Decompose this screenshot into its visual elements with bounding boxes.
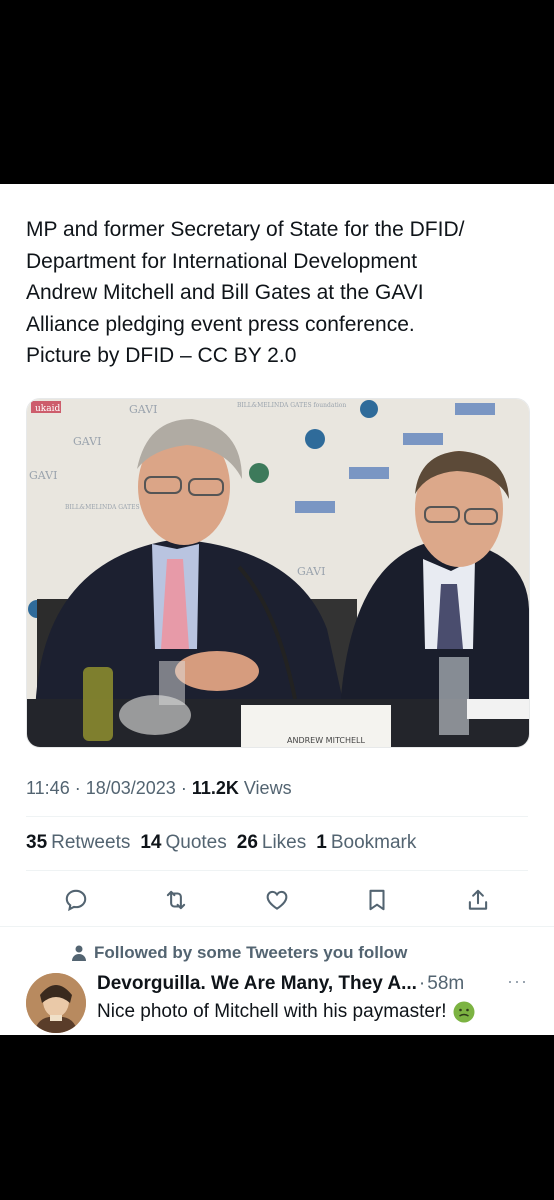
svg-text:GAVI: GAVI bbox=[29, 469, 57, 482]
backdrop-gavi: GAVI bbox=[129, 403, 157, 416]
nauseated-face-icon bbox=[453, 1001, 475, 1023]
like-icon bbox=[266, 890, 288, 910]
bookmark-icon bbox=[369, 889, 385, 911]
avatar[interactable] bbox=[26, 973, 86, 1033]
action-bar bbox=[26, 884, 528, 916]
share-icon bbox=[468, 889, 488, 910]
reply-text: Nice photo of Mitchell with his paymaste… bbox=[97, 1001, 475, 1023]
tweet-photo[interactable]: ukaid GAVI GAVI GAVI GAVI BILL&MELINDA G… bbox=[26, 398, 530, 748]
tweet-time: 11:46 bbox=[26, 778, 70, 798]
tweet-date: 18/03/2023 bbox=[85, 778, 176, 798]
views-label: Views bbox=[243, 778, 292, 798]
stat-likes[interactable]: 26 Likes bbox=[237, 832, 307, 854]
tweet-text: MP and former Secretary of State for the… bbox=[26, 218, 465, 367]
backdrop-ukaid: ukaid bbox=[35, 404, 60, 414]
bottom-letterbox bbox=[0, 1035, 554, 1200]
person-icon bbox=[72, 945, 86, 961]
reply-time: 58m bbox=[427, 973, 465, 994]
stat-quotes[interactable]: 14 Quotes bbox=[140, 832, 226, 854]
divider bbox=[26, 870, 528, 871]
more-options-icon[interactable]: ··· bbox=[507, 971, 528, 992]
tweet-meta: 11:46 · 18/03/2023 · 11.2K Views bbox=[26, 778, 292, 798]
stat-retweets[interactable]: 35 Retweets bbox=[26, 832, 130, 854]
svg-text:GAVI: GAVI bbox=[73, 435, 101, 448]
reply-separator: · bbox=[418, 973, 426, 994]
svg-text:GAVI: GAVI bbox=[297, 565, 325, 578]
tweet-detail: MP and former Secretary of State for the… bbox=[0, 184, 554, 1035]
reply-author-name[interactable]: Devorguilla. We Are Many, They A... bbox=[97, 973, 417, 995]
nameplate-text: ANDREW MITCHELL bbox=[287, 736, 365, 745]
views-count: 11.2K bbox=[191, 778, 239, 798]
stat-bookmarks[interactable]: 1 Bookmark bbox=[316, 832, 416, 854]
retweet-button[interactable] bbox=[160, 884, 192, 916]
engagement-stats: 35 Retweets 14 Quotes 26 Likes 1 Bookmark bbox=[26, 832, 416, 854]
retweet-icon bbox=[166, 890, 186, 910]
reply-header: Devorguilla. We Are Many, They A... · 58… bbox=[97, 971, 537, 995]
reply-button[interactable] bbox=[60, 884, 92, 916]
backdrop-gates: BILL&MELINDA GATES foundation bbox=[237, 402, 346, 409]
top-letterbox bbox=[0, 0, 554, 184]
share-button[interactable] bbox=[462, 884, 494, 916]
reply-icon bbox=[65, 889, 87, 912]
social-context: Followed by some Tweeters you follow bbox=[72, 943, 407, 963]
bookmark-button[interactable] bbox=[361, 884, 393, 916]
like-button[interactable] bbox=[261, 884, 293, 916]
divider bbox=[26, 816, 528, 817]
reply-item[interactable]: Followed by some Tweeters you follow Dev… bbox=[0, 926, 554, 1035]
